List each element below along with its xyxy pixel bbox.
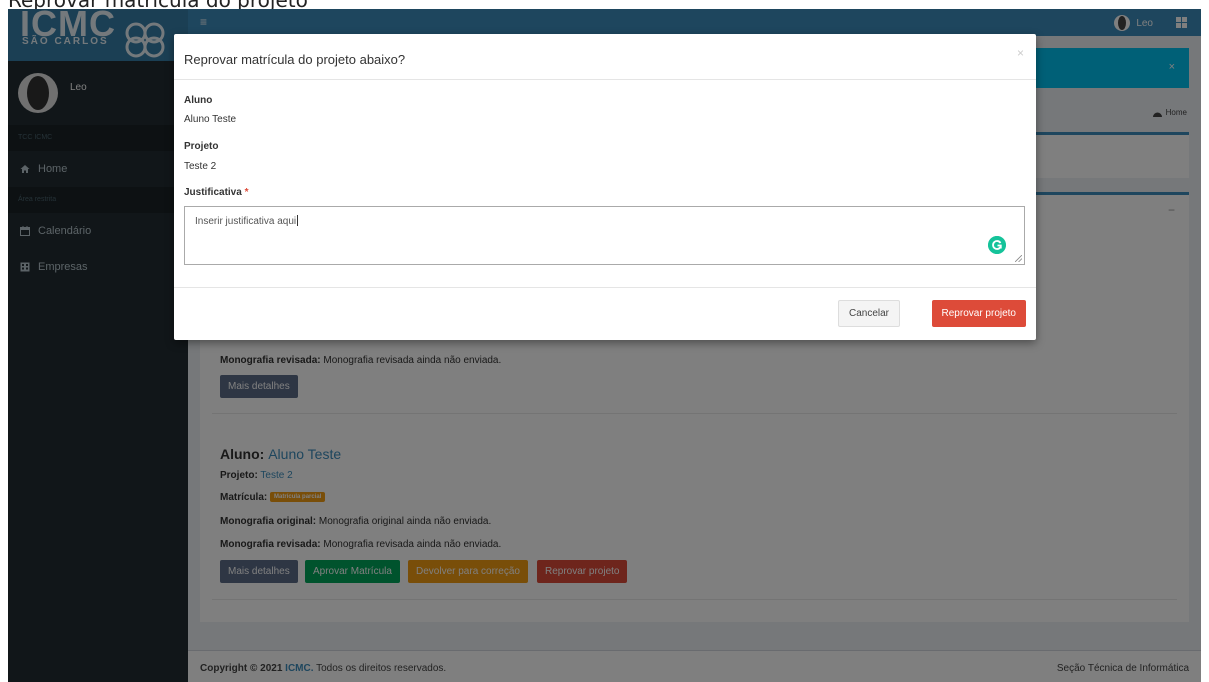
modal-header: Reprovar matrícula do projeto abaixo? × (174, 34, 1036, 80)
justificativa-label: Justificativa * (184, 187, 249, 198)
modal-body: Aluno Aluno Teste Projeto Teste 2 Justif… (174, 80, 1036, 288)
caption-strip: Reprovar matrícula do projeto (0, 0, 1209, 9)
caption-text: Reprovar matrícula do projeto (8, 0, 308, 9)
right-edge (1201, 9, 1209, 682)
grammarly-icon[interactable] (988, 236, 1006, 254)
resize-grip-icon[interactable] (1015, 255, 1022, 262)
projeto-value: Teste 2 (184, 161, 217, 172)
textarea-value: Inserir justificativa aqui (195, 216, 297, 227)
modal-footer: Cancelar Reprovar projeto (174, 288, 1036, 340)
reject-modal: Reprovar matrícula do projeto abaixo? × … (174, 34, 1036, 340)
justificativa-textarea[interactable]: Inserir justificativa aqui (184, 206, 1025, 265)
aluno-value: Aluno Teste (184, 114, 237, 125)
cancel-button[interactable]: Cancelar (837, 300, 900, 327)
modal-title: Reprovar matrícula do projeto abaixo? (184, 52, 406, 67)
required-mark: * (244, 187, 249, 198)
projeto-label: Projeto (184, 141, 219, 152)
text-caret (297, 215, 299, 226)
reprovar-projeto-button[interactable]: Reprovar projeto (931, 300, 1026, 327)
aluno-label: Aluno (184, 95, 213, 106)
close-icon[interactable]: × (1017, 46, 1024, 60)
